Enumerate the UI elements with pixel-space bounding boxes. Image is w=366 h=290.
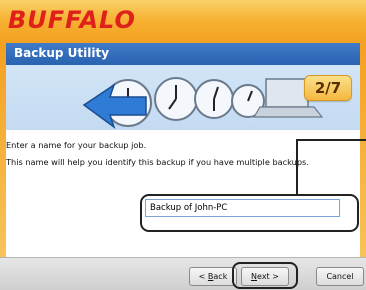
- step-indicator: 2/7: [304, 75, 352, 101]
- instruction-text: Enter a name for your backup job.: [6, 140, 147, 150]
- back-label-rest: ack: [213, 272, 228, 281]
- cancel-button[interactable]: Cancel: [316, 267, 364, 286]
- back-label-prefix: <: [198, 272, 208, 281]
- backup-name-input[interactable]: [145, 199, 340, 217]
- window-title: Backup Utility: [14, 46, 110, 60]
- header-band: Backup Utility 2/7: [6, 43, 360, 130]
- brand-logo: BUFFALO: [8, 6, 136, 34]
- next-highlight-box: [232, 262, 298, 289]
- instruction-subtext: This name will help you identify this ba…: [6, 157, 309, 167]
- back-button[interactable]: < Back: [189, 267, 237, 286]
- right-frame: [360, 43, 366, 257]
- wizard-footer: < Back Next > Cancel: [0, 257, 366, 290]
- clocks-laptop-arrow-icon: [82, 77, 324, 129]
- title-bar: Backup Utility: [6, 43, 360, 65]
